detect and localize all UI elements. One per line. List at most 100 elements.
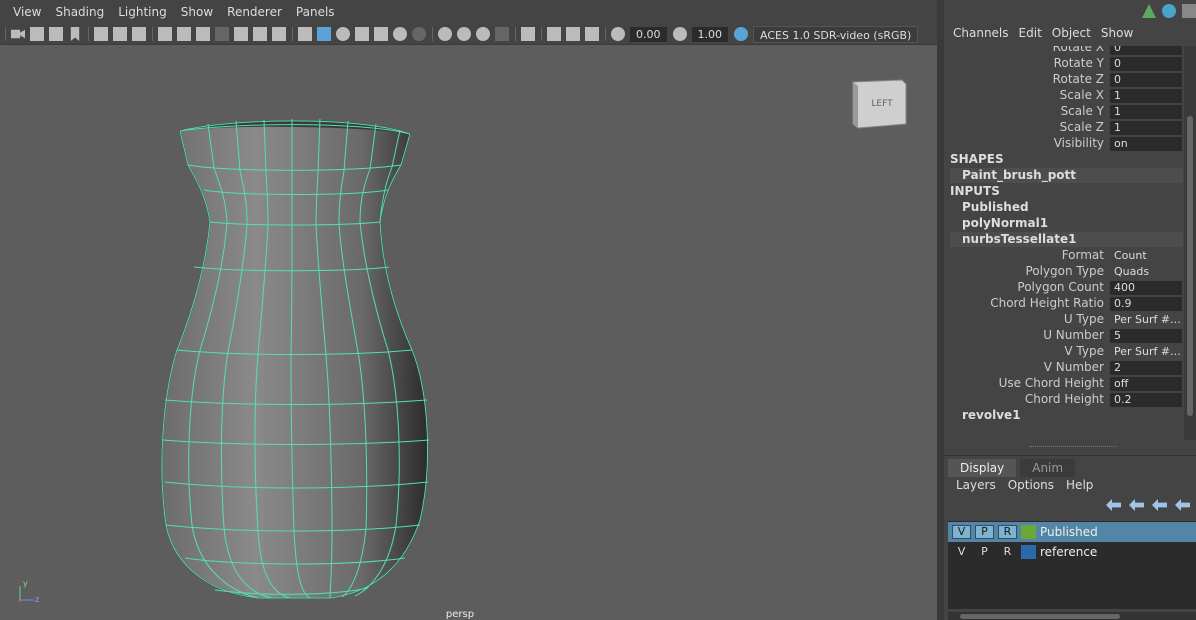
menu-renderer[interactable]: Renderer (220, 5, 289, 19)
multisample-aa-icon[interactable] (476, 27, 490, 41)
layer-visibility-toggle[interactable]: V (952, 545, 971, 559)
attr-value-field[interactable]: on (1110, 137, 1182, 151)
tab-anim[interactable]: Anim (1020, 459, 1076, 477)
menu-options[interactable]: Options (1002, 478, 1060, 492)
new-layer-from-selection-icon[interactable] (1175, 499, 1190, 511)
input-node-published[interactable]: Published (950, 200, 1183, 215)
attr-value-field[interactable]: Per Surf #... (1110, 345, 1182, 359)
smooth-shade-icon[interactable] (317, 27, 331, 41)
layer-visibility-toggle[interactable]: V (952, 525, 971, 539)
wireframe-on-shaded-icon[interactable] (355, 27, 369, 41)
attr-row-polygon-count[interactable]: Polygon Count 400 (944, 280, 1182, 295)
image-plane-icon[interactable] (94, 27, 108, 41)
attr-value-field[interactable]: 400 (1110, 281, 1182, 295)
backface-culling-icon[interactable] (585, 27, 599, 41)
gate-mask-icon[interactable] (215, 27, 229, 41)
attr-value-field[interactable]: 0 (1110, 46, 1182, 55)
camera-attributes-icon[interactable] (49, 27, 63, 41)
colorspace-dropdown[interactable]: ACES 1.0 SDR-video (sRGB) (753, 25, 919, 43)
viewport-canvas[interactable]: LEFT (0, 46, 937, 620)
menu-view[interactable]: View (6, 5, 48, 19)
bookmark-icon[interactable] (70, 27, 80, 41)
attr-row-scale-z[interactable]: Scale Z 1 (944, 120, 1182, 135)
camera-icon[interactable] (11, 29, 25, 39)
menu-layers[interactable]: Layers (950, 478, 1002, 492)
menu-show[interactable]: Show (1096, 26, 1138, 44)
attr-value-field[interactable]: Per Surf #... (1110, 313, 1182, 327)
layer-playback-toggle[interactable]: P (975, 545, 994, 559)
menu-channels[interactable]: Channels (948, 26, 1014, 44)
layer-list[interactable]: V P R Published V P R reference (948, 521, 1196, 609)
layer-list-scrollbar[interactable] (948, 612, 1196, 620)
attr-row-rotate-x[interactable]: Rotate X 0 (944, 46, 1182, 55)
attr-value-field[interactable]: 1 (1110, 105, 1182, 119)
attr-row-v-number[interactable]: V Number 2 (944, 360, 1182, 375)
channel-list[interactable]: Rotate X 0 Rotate Y 0 Rotate Z 0 Scale X… (944, 46, 1184, 440)
vase-mesh[interactable] (161, 118, 430, 599)
attr-row-scale-y[interactable]: Scale Y 1 (944, 104, 1182, 119)
field-chart-icon[interactable] (234, 27, 248, 41)
2d-pan-zoom-icon[interactable] (113, 27, 127, 41)
default-material-icon[interactable] (336, 27, 350, 41)
menu-panels[interactable]: Panels (289, 5, 342, 19)
attr-value-field[interactable]: off (1110, 377, 1182, 391)
use-all-lights-icon[interactable] (393, 27, 407, 41)
input-node-revolve[interactable]: revolve1 (950, 408, 1183, 423)
exposure-field[interactable]: 0.00 (630, 26, 667, 42)
attr-value-field[interactable]: 2 (1110, 361, 1182, 375)
attr-value-field[interactable]: Quads (1110, 265, 1182, 279)
layer-reference-toggle[interactable]: R (998, 525, 1017, 539)
scrollbar-thumb[interactable] (960, 614, 1120, 619)
attr-value-field[interactable]: 5 (1110, 329, 1182, 343)
layer-playback-toggle[interactable]: P (975, 525, 994, 539)
exposure-icon[interactable] (611, 27, 625, 41)
layer-color-swatch[interactable] (1021, 525, 1036, 539)
layer-row-reference[interactable]: V P R reference (948, 542, 1196, 562)
attr-value-field[interactable]: 0.9 (1110, 297, 1182, 311)
menu-lighting[interactable]: Lighting (111, 5, 174, 19)
attribute-editor-icon[interactable] (1182, 4, 1196, 18)
gamma-icon[interactable] (672, 27, 687, 41)
move-layer-up-icon[interactable] (1106, 499, 1121, 511)
xray-joints-icon[interactable] (566, 27, 580, 41)
attr-value-field[interactable]: 0 (1110, 57, 1182, 71)
menu-help[interactable]: Help (1060, 478, 1099, 492)
film-gate-icon[interactable] (177, 27, 191, 41)
safe-title-icon[interactable] (272, 27, 286, 41)
grease-pencil-icon[interactable] (132, 27, 146, 41)
menu-edit[interactable]: Edit (1014, 26, 1047, 44)
menu-shading[interactable]: Shading (48, 5, 111, 19)
attr-row-visibility[interactable]: Visibility on (944, 136, 1182, 151)
layer-reference-toggle[interactable]: R (998, 545, 1017, 559)
attr-value-field[interactable]: 1 (1110, 121, 1182, 135)
xray-icon[interactable] (547, 27, 561, 41)
input-node-polynormal[interactable]: polyNormal1 (950, 216, 1183, 231)
attr-value-field[interactable]: 1 (1110, 89, 1182, 103)
depth-of-field-icon[interactable] (495, 27, 509, 41)
panel-resize-grip[interactable] (1030, 446, 1116, 448)
menu-show[interactable]: Show (174, 5, 220, 19)
human-ik-icon[interactable] (1162, 4, 1176, 18)
motion-blur-icon[interactable] (457, 27, 471, 41)
channel-box-scrollbar[interactable] (1184, 46, 1196, 440)
grid-icon[interactable] (158, 27, 172, 41)
attr-row-v-type[interactable]: V Type Per Surf #... (944, 344, 1182, 359)
lock-camera-icon[interactable] (30, 27, 44, 41)
attr-row-format[interactable]: Format Count (944, 248, 1182, 263)
attr-row-rotate-z[interactable]: Rotate Z 0 (944, 72, 1182, 87)
panel-divider[interactable] (937, 0, 944, 620)
modeling-toolkit-icon[interactable] (1142, 4, 1156, 18)
gamma-field[interactable]: 1.00 (691, 26, 728, 42)
attr-value-field[interactable]: 0.2 (1110, 393, 1182, 407)
shape-node[interactable]: Paint_brush_pott (950, 168, 1183, 183)
menu-object[interactable]: Object (1047, 26, 1096, 44)
new-empty-layer-icon[interactable] (1152, 499, 1167, 511)
attr-row-chord-height-ratio[interactable]: Chord Height Ratio 0.9 (944, 296, 1182, 311)
attr-row-use-chord-height[interactable]: Use Chord Height off (944, 376, 1182, 391)
attr-value-field[interactable]: Count (1110, 249, 1182, 263)
isolate-select-icon[interactable] (521, 27, 535, 41)
move-layer-down-icon[interactable] (1129, 499, 1144, 511)
shadows-icon[interactable] (412, 27, 426, 41)
textured-icon[interactable] (374, 27, 388, 41)
tab-display[interactable]: Display (948, 459, 1017, 477)
